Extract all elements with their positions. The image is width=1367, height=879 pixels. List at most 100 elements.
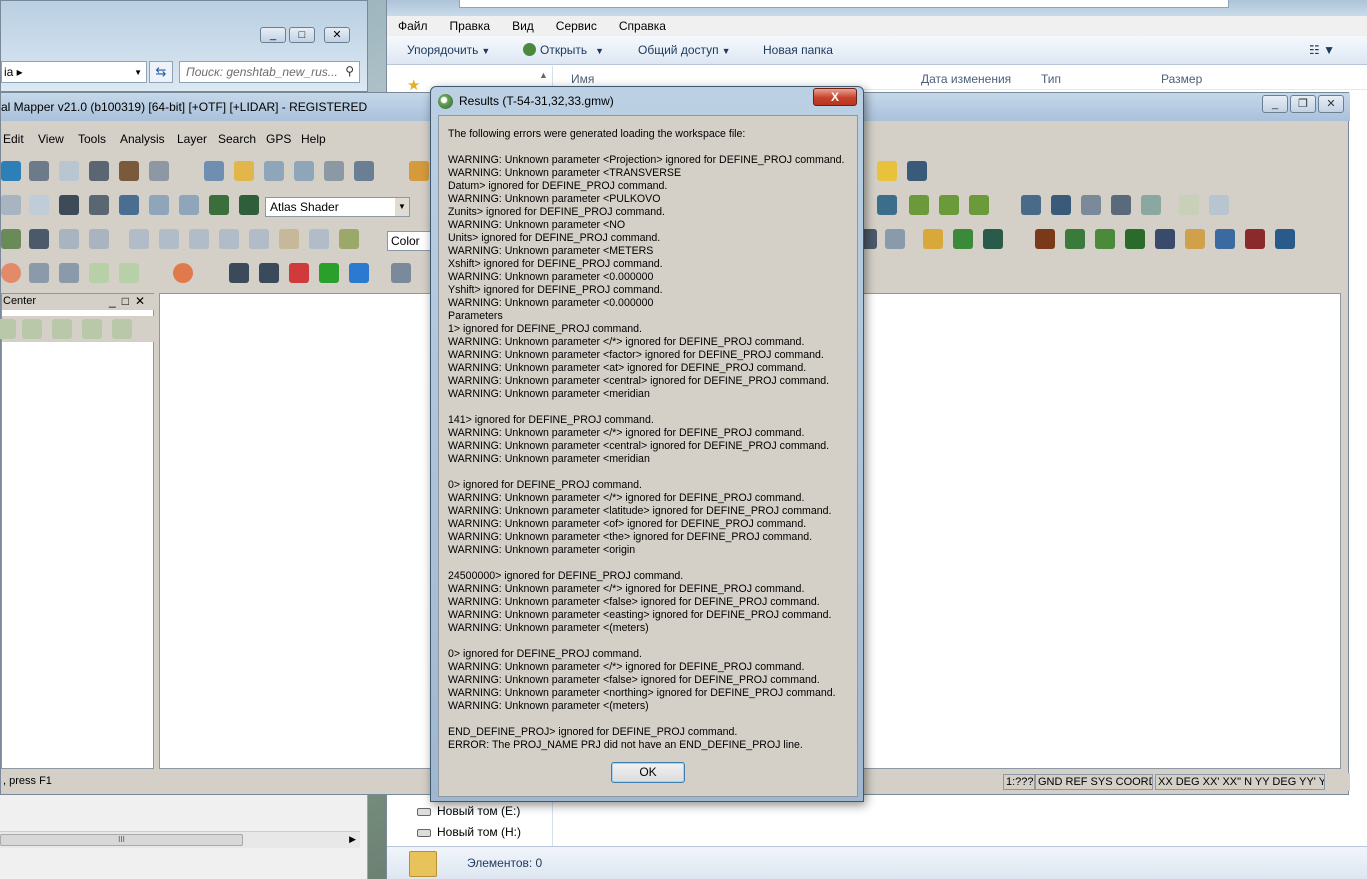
edit-b-icon[interactable]: [939, 195, 959, 215]
undo-select-icon[interactable]: [349, 263, 369, 283]
menu-edit[interactable]: Edit: [3, 132, 24, 146]
search-map-icon[interactable]: [885, 229, 905, 249]
bush-icon[interactable]: [1095, 229, 1115, 249]
satellite-icon[interactable]: [907, 161, 927, 181]
menu-file[interactable]: Файл: [387, 16, 439, 34]
angle-icon[interactable]: [1021, 195, 1041, 215]
zoom-in-icon[interactable]: [264, 161, 284, 181]
tool-h-icon[interactable]: [1179, 195, 1199, 215]
sun-terrain-icon[interactable]: [209, 195, 229, 215]
layer-options-icon[interactable]: [52, 319, 72, 339]
layers-icon[interactable]: [119, 161, 139, 181]
save-icon[interactable]: [29, 161, 49, 181]
network-icon[interactable]: [983, 229, 1003, 249]
menu-help[interactable]: Help: [301, 132, 326, 146]
palette-icon[interactable]: [877, 161, 897, 181]
zoom-box-icon[interactable]: [204, 161, 224, 181]
vertex-icon[interactable]: [1, 229, 21, 249]
select-red-icon[interactable]: [289, 263, 309, 283]
pie-icon[interactable]: [173, 263, 193, 283]
key-icon[interactable]: [1275, 229, 1295, 249]
tool-c-icon[interactable]: [189, 229, 209, 249]
line-edit-icon[interactable]: [29, 229, 49, 249]
horizontal-scrollbar[interactable]: III ▶: [0, 831, 360, 848]
grid-icon[interactable]: [1081, 195, 1101, 215]
grass-icon[interactable]: [1065, 229, 1085, 249]
new-folder-button[interactable]: Новая папка: [763, 43, 833, 57]
home-icon[interactable]: [354, 161, 374, 181]
layer-zoom-icon[interactable]: [82, 319, 102, 339]
zoom-out-icon[interactable]: [294, 161, 314, 181]
view-options-icon[interactable]: ☷ ▼: [1309, 43, 1335, 57]
add-layer-icon[interactable]: [89, 263, 109, 283]
scroll-thumb[interactable]: III: [0, 834, 243, 846]
nav-drive-e[interactable]: Новый том (E:): [417, 804, 520, 818]
column-type[interactable]: Тип: [1041, 72, 1061, 86]
tool-i-icon[interactable]: [1209, 195, 1229, 215]
menu-analysis[interactable]: Analysis: [120, 132, 165, 146]
remove-layer-icon[interactable]: [22, 319, 42, 339]
crop-icon[interactable]: [309, 229, 329, 249]
close-button[interactable]: ✕: [1318, 95, 1344, 113]
target-icon[interactable]: [1051, 195, 1071, 215]
rabbit-icon[interactable]: [59, 263, 79, 283]
3d-view-icon[interactable]: [59, 195, 79, 215]
globe-icon[interactable]: [1, 161, 21, 181]
column-size[interactable]: Размер: [1161, 72, 1202, 86]
scroll-right-icon[interactable]: ▶: [349, 834, 356, 845]
turtle-icon[interactable]: [29, 263, 49, 283]
ok-button[interactable]: OK: [611, 762, 685, 783]
slope-icon[interactable]: [89, 195, 109, 215]
remove-layer-icon[interactable]: [119, 263, 139, 283]
tool-g-icon[interactable]: [1141, 195, 1161, 215]
color-select[interactable]: Color Li: [387, 231, 435, 251]
menu-service[interactable]: Сервис: [545, 16, 608, 34]
search-icon[interactable]: ⚲: [345, 64, 354, 78]
nav-drive-h[interactable]: Новый том (H:): [417, 825, 521, 839]
menu-layer[interactable]: Layer: [177, 132, 207, 146]
scroll-up-icon[interactable]: ▲: [539, 70, 548, 80]
restore-button[interactable]: ❐: [1290, 95, 1316, 113]
tree-icon[interactable]: [391, 263, 411, 283]
pencil-icon[interactable]: [409, 161, 429, 181]
column-name[interactable]: Имя: [571, 72, 594, 86]
points-icon[interactable]: [1245, 229, 1265, 249]
filter-icon[interactable]: [923, 229, 943, 249]
terrain2-icon[interactable]: [149, 195, 169, 215]
tool-a-icon[interactable]: [129, 229, 149, 249]
split-icon[interactable]: [29, 195, 49, 215]
minimize-button[interactable]: _: [260, 27, 286, 43]
draw-icon[interactable]: [1, 195, 21, 215]
pin-edit-icon[interactable]: [1111, 195, 1131, 215]
menu-tools[interactable]: Tools: [78, 132, 106, 146]
menu-help[interactable]: Справка: [608, 16, 677, 34]
move-icon[interactable]: [59, 229, 79, 249]
search-input[interactable]: Поиск: genshtab_new_rus... ⚲: [179, 61, 360, 83]
close-button[interactable]: ✕: [324, 27, 350, 43]
tool-f-icon[interactable]: [279, 229, 299, 249]
menu-search[interactable]: Search: [218, 132, 256, 146]
shader-select[interactable]: Atlas Shader ▼: [265, 197, 410, 217]
refresh-icon[interactable]: ⇆: [149, 61, 173, 83]
stop-icon[interactable]: [1, 263, 21, 283]
minimize-button[interactable]: _: [1262, 95, 1288, 113]
terrain-icon[interactable]: [119, 195, 139, 215]
column-date[interactable]: Дата изменения: [921, 72, 1011, 86]
organize-button[interactable]: Упорядочить ▼: [407, 43, 490, 57]
back-arrow-icon[interactable]: [324, 161, 344, 181]
ruler-icon[interactable]: [339, 229, 359, 249]
menu-view[interactable]: Вид: [501, 16, 545, 34]
tool-d-icon[interactable]: [219, 229, 239, 249]
overlay-icon[interactable]: [149, 161, 169, 181]
pan-hand-icon[interactable]: [234, 161, 254, 181]
layer-view-icon[interactable]: [112, 319, 132, 339]
mountain-icon[interactable]: [239, 195, 259, 215]
tree-feature-icon[interactable]: [1125, 229, 1145, 249]
explorer-address-bar[interactable]: [459, 0, 1229, 8]
cross-icon[interactable]: [89, 229, 109, 249]
attribute-edit-icon[interactable]: [953, 229, 973, 249]
menu-gps[interactable]: GPS: [266, 132, 291, 146]
wrench-icon[interactable]: [89, 161, 109, 181]
terrain3-icon[interactable]: [179, 195, 199, 215]
address-bar[interactable]: ia ▸ ▼: [1, 61, 147, 83]
